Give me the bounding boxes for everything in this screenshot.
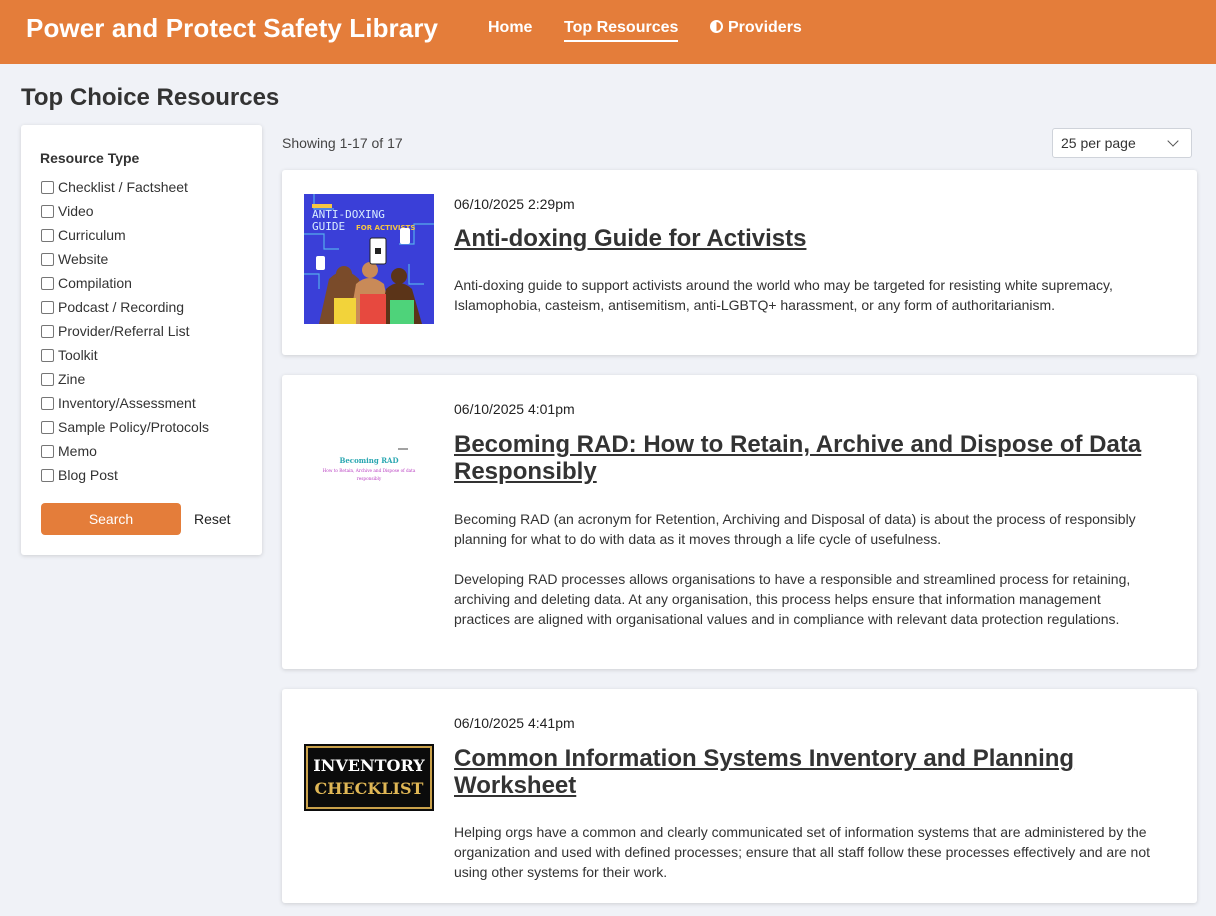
filter-label: Checklist / Factsheet <box>58 179 188 195</box>
filter-option-checklist[interactable]: Checklist / Factsheet <box>41 175 209 199</box>
results-count: Showing 1-17 of 17 <box>282 135 403 151</box>
page-title: Top Choice Resources <box>21 84 280 111</box>
filter-label: Zine <box>58 371 86 387</box>
resource-card: INVENTORY CHECKLIST 06/10/2025 4:41pm Co… <box>282 689 1197 903</box>
filter-label: Website <box>58 251 109 267</box>
checkbox[interactable] <box>41 372 54 386</box>
nav-providers[interactable]: Providers <box>710 19 802 37</box>
svg-text:How to Retain, Archive and Dis: How to Retain, Archive and Dispose of da… <box>323 468 416 473</box>
filter-option-provider-list[interactable]: Provider/Referral List <box>41 319 209 343</box>
checkbox[interactable] <box>41 420 54 434</box>
filter-option-podcast[interactable]: Podcast / Recording <box>41 295 209 319</box>
search-button[interactable]: Search <box>41 503 181 535</box>
reset-link[interactable]: Reset <box>194 511 231 527</box>
filter-label: Memo <box>58 443 97 459</box>
nav-providers-label: Providers <box>728 19 802 36</box>
resource-thumbnail[interactable]: ANTI-DOXING GUIDE FOR ACTIVISTS <box>304 194 434 324</box>
checkbox[interactable] <box>41 228 54 242</box>
filter-option-curriculum[interactable]: Curriculum <box>41 223 209 247</box>
svg-text:responsibly: responsibly <box>357 476 382 481</box>
filter-heading: Resource Type <box>40 150 140 166</box>
checkbox[interactable] <box>41 252 54 266</box>
filter-option-memo[interactable]: Memo <box>41 439 209 463</box>
resource-card: Becoming RAD How to Retain, Archive and … <box>282 375 1197 669</box>
resource-title-link[interactable]: Becoming RAD: How to Retain, Archive and… <box>454 431 1154 485</box>
checkbox[interactable] <box>41 300 54 314</box>
filter-option-compilation[interactable]: Compilation <box>41 271 209 295</box>
filter-label: Provider/Referral List <box>58 323 190 339</box>
filter-option-inventory[interactable]: Inventory/Assessment <box>41 391 209 415</box>
filter-option-zine[interactable]: Zine <box>41 367 209 391</box>
resource-card: ANTI-DOXING GUIDE FOR ACTIVISTS 06/10/20… <box>282 170 1197 355</box>
filter-option-toolkit[interactable]: Toolkit <box>41 343 209 367</box>
resource-thumbnail[interactable]: Becoming RAD How to Retain, Archive and … <box>304 443 434 493</box>
filter-sidebar: Resource Type Checklist / Factsheet Vide… <box>21 125 262 555</box>
filter-label: Inventory/Assessment <box>58 395 196 411</box>
resource-title-link[interactable]: Anti-doxing Guide for Activists <box>454 225 1154 252</box>
svg-text:CHECKLIST: CHECKLIST <box>315 779 424 798</box>
filter-label: Podcast / Recording <box>58 299 185 315</box>
svg-text:GUIDE: GUIDE <box>312 220 345 233</box>
svg-text:INVENTORY: INVENTORY <box>313 756 425 775</box>
resource-description: Becoming RAD (an acronym for Retention, … <box>454 511 1136 547</box>
filter-option-video[interactable]: Video <box>41 199 209 223</box>
chevron-down-icon <box>1167 135 1179 147</box>
resource-description: Helping orgs have a common and clearly c… <box>454 824 1151 880</box>
resource-date: 06/10/2025 2:29pm <box>454 196 575 212</box>
checkbox[interactable] <box>41 324 54 338</box>
filter-label: Sample Policy/Protocols <box>58 419 209 435</box>
checkbox[interactable] <box>41 276 54 290</box>
nav-home[interactable]: Home <box>488 19 532 37</box>
resource-description-secondary: Developing RAD processes allows organisa… <box>454 571 1131 627</box>
top-bar: Power and Protect Safety Library Home To… <box>0 0 1216 64</box>
per-page-select[interactable]: 25 per page <box>1052 128 1192 158</box>
resource-date: 06/10/2025 4:01pm <box>454 401 575 417</box>
site-title[interactable]: Power and Protect Safety Library <box>26 13 438 44</box>
resource-date: 06/10/2025 4:41pm <box>454 715 575 731</box>
checkbox[interactable] <box>41 444 54 458</box>
svg-text:Becoming RAD: Becoming RAD <box>339 456 398 465</box>
checkbox[interactable] <box>41 348 54 362</box>
checkbox[interactable] <box>41 204 54 218</box>
becoming-rad-thumbnail-image: Becoming RAD How to Retain, Archive and … <box>304 443 434 493</box>
filter-label: Video <box>58 203 94 219</box>
resource-title-link[interactable]: Common Information Systems Inventory and… <box>454 745 1154 799</box>
filter-option-website[interactable]: Website <box>41 247 209 271</box>
filter-option-blog-post[interactable]: Blog Post <box>41 463 209 487</box>
filter-label: Blog Post <box>58 467 118 483</box>
resource-thumbnail[interactable]: INVENTORY CHECKLIST <box>304 744 434 811</box>
resource-description: Anti-doxing guide to support activists a… <box>454 277 1113 313</box>
filter-option-sample-policy[interactable]: Sample Policy/Protocols <box>41 415 209 439</box>
checkbox[interactable] <box>41 180 54 194</box>
filter-label: Curriculum <box>58 227 126 243</box>
filter-list: Checklist / Factsheet Video Curriculum W… <box>41 175 209 487</box>
inventory-checklist-thumbnail-image: INVENTORY CHECKLIST <box>304 744 434 811</box>
checkbox[interactable] <box>41 468 54 482</box>
per-page-value: 25 per page <box>1061 135 1136 151</box>
half-circle-icon <box>710 20 723 33</box>
anti-doxing-thumbnail-image: ANTI-DOXING GUIDE FOR ACTIVISTS <box>304 194 434 324</box>
filter-label: Compilation <box>58 275 132 291</box>
checkbox[interactable] <box>41 396 54 410</box>
filter-label: Toolkit <box>58 347 98 363</box>
nav-top-resources[interactable]: Top Resources <box>564 19 679 42</box>
